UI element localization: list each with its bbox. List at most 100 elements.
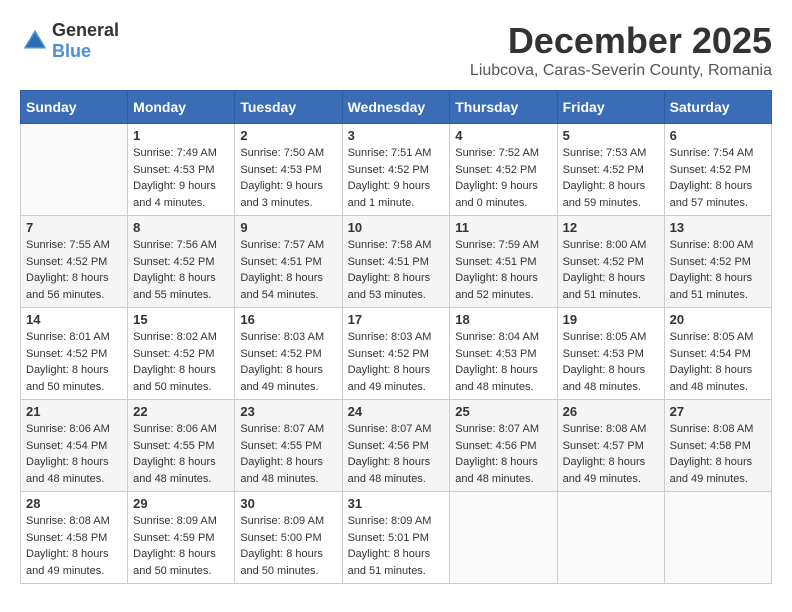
calendar-day-cell: 30 Sunrise: 8:09 AM Sunset: 5:00 PM Dayli… (235, 492, 342, 584)
day-info: Sunrise: 7:52 AM Sunset: 4:52 PM Dayligh… (455, 145, 551, 211)
day-number: 24 (348, 404, 445, 419)
day-number: 23 (240, 404, 336, 419)
day-number: 28 (26, 496, 122, 511)
day-number: 15 (133, 312, 229, 327)
weekday-header-saturday: Saturday (664, 91, 771, 124)
day-number: 7 (26, 220, 122, 235)
day-info: Sunrise: 8:07 AM Sunset: 4:56 PM Dayligh… (348, 421, 445, 487)
day-number: 9 (240, 220, 336, 235)
day-info: Sunrise: 8:09 AM Sunset: 5:00 PM Dayligh… (240, 513, 336, 579)
day-info: Sunrise: 8:06 AM Sunset: 4:55 PM Dayligh… (133, 421, 229, 487)
day-number: 31 (348, 496, 445, 511)
day-number: 21 (26, 404, 122, 419)
day-info: Sunrise: 7:58 AM Sunset: 4:51 PM Dayligh… (348, 237, 445, 303)
calendar-day-cell: 19Sunrise: 8:05 AM Sunset: 4:53 PM Dayli… (557, 308, 664, 400)
day-info: Sunrise: 8:05 AM Sunset: 4:53 PM Dayligh… (563, 329, 659, 395)
calendar-day-cell: 9 Sunrise: 7:57 AM Sunset: 4:51 PM Daylig… (235, 216, 342, 308)
day-number: 27 (670, 404, 766, 419)
calendar-day-cell: 7 Sunrise: 7:55 AM Sunset: 4:52 PM Daylig… (21, 216, 128, 308)
day-info: Sunrise: 7:55 AM Sunset: 4:52 PM Dayligh… (26, 237, 122, 303)
calendar-day-cell: 20 Sunrise: 8:05 AM Sunset: 4:54 PM Dayli… (664, 308, 771, 400)
weekday-header-wednesday: Wednesday (342, 91, 450, 124)
day-number: 4 (455, 128, 551, 143)
calendar-week-row: 21 Sunrise: 8:06 AM Sunset: 4:54 PM Dayli… (21, 400, 772, 492)
logo-text-blue: Blue (52, 41, 91, 61)
calendar-day-cell: 28 Sunrise: 8:08 AM Sunset: 4:58 PM Dayli… (21, 492, 128, 584)
day-number: 20 (670, 312, 766, 327)
calendar-day-cell: 22 Sunrise: 8:06 AM Sunset: 4:55 PM Dayli… (128, 400, 235, 492)
day-number: 25 (455, 404, 551, 419)
day-info: Sunrise: 8:05 AM Sunset: 4:54 PM Dayligh… (670, 329, 766, 395)
day-info: Sunrise: 8:09 AM Sunset: 4:59 PM Dayligh… (133, 513, 229, 579)
calendar-day-cell: 17Sunrise: 8:03 AM Sunset: 4:52 PM Dayli… (342, 308, 450, 400)
calendar-day-cell: 29 Sunrise: 8:09 AM Sunset: 4:59 PM Dayli… (128, 492, 235, 584)
calendar-day-cell: 26Sunrise: 8:08 AM Sunset: 4:57 PM Dayli… (557, 400, 664, 492)
calendar-week-row: 28 Sunrise: 8:08 AM Sunset: 4:58 PM Dayli… (21, 492, 772, 584)
calendar-header-row: SundayMondayTuesdayWednesdayThursdayFrid… (21, 91, 772, 124)
day-number: 26 (563, 404, 659, 419)
day-number: 29 (133, 496, 229, 511)
day-number: 10 (348, 220, 445, 235)
day-info: Sunrise: 8:03 AM Sunset: 4:52 PM Dayligh… (240, 329, 336, 395)
calendar-day-cell: 13 Sunrise: 8:00 AM Sunset: 4:52 PM Dayli… (664, 216, 771, 308)
calendar-day-cell: 6Sunrise: 7:54 AM Sunset: 4:52 PM Daylig… (664, 124, 771, 216)
day-info: Sunrise: 8:00 AM Sunset: 4:52 PM Dayligh… (563, 237, 659, 303)
calendar-day-cell: 3Sunrise: 7:51 AM Sunset: 4:52 PM Daylig… (342, 124, 450, 216)
calendar-week-row: 1Sunrise: 7:49 AM Sunset: 4:53 PM Daylig… (21, 124, 772, 216)
day-number: 22 (133, 404, 229, 419)
weekday-header-sunday: Sunday (21, 91, 128, 124)
day-info: Sunrise: 7:59 AM Sunset: 4:51 PM Dayligh… (455, 237, 551, 303)
calendar-day-cell: 18 Sunrise: 8:04 AM Sunset: 4:53 PM Dayli… (450, 308, 557, 400)
day-number: 8 (133, 220, 229, 235)
day-info: Sunrise: 8:02 AM Sunset: 4:52 PM Dayligh… (133, 329, 229, 395)
day-number: 13 (670, 220, 766, 235)
day-number: 5 (563, 128, 659, 143)
calendar-day-cell: 1Sunrise: 7:49 AM Sunset: 4:53 PM Daylig… (128, 124, 235, 216)
calendar-day-cell (557, 492, 664, 584)
day-info: Sunrise: 8:06 AM Sunset: 4:54 PM Dayligh… (26, 421, 122, 487)
calendar-day-cell (664, 492, 771, 584)
day-number: 18 (455, 312, 551, 327)
day-info: Sunrise: 7:50 AM Sunset: 4:53 PM Dayligh… (240, 145, 336, 211)
day-info: Sunrise: 7:54 AM Sunset: 4:52 PM Dayligh… (670, 145, 766, 211)
calendar-day-cell: 5 Sunrise: 7:53 AM Sunset: 4:52 PM Daylig… (557, 124, 664, 216)
day-number: 1 (133, 128, 229, 143)
calendar-day-cell: 27 Sunrise: 8:08 AM Sunset: 4:58 PM Dayli… (664, 400, 771, 492)
day-info: Sunrise: 7:53 AM Sunset: 4:52 PM Dayligh… (563, 145, 659, 211)
day-info: Sunrise: 8:04 AM Sunset: 4:53 PM Dayligh… (455, 329, 551, 395)
calendar-day-cell: 8 Sunrise: 7:56 AM Sunset: 4:52 PM Daylig… (128, 216, 235, 308)
day-info: Sunrise: 8:00 AM Sunset: 4:52 PM Dayligh… (670, 237, 766, 303)
page-header: General Blue December 2025 Liubcova, Car… (20, 20, 772, 80)
logo-icon (20, 26, 50, 56)
calendar-day-cell: 12Sunrise: 8:00 AM Sunset: 4:52 PM Dayli… (557, 216, 664, 308)
calendar-day-cell: 16 Sunrise: 8:03 AM Sunset: 4:52 PM Dayli… (235, 308, 342, 400)
weekday-header-monday: Monday (128, 91, 235, 124)
day-number: 30 (240, 496, 336, 511)
day-info: Sunrise: 8:08 AM Sunset: 4:58 PM Dayligh… (670, 421, 766, 487)
day-info: Sunrise: 8:08 AM Sunset: 4:58 PM Dayligh… (26, 513, 122, 579)
calendar-day-cell: 23Sunrise: 8:07 AM Sunset: 4:55 PM Dayli… (235, 400, 342, 492)
calendar-day-cell (450, 492, 557, 584)
month-title: December 2025 (470, 20, 772, 62)
day-info: Sunrise: 7:57 AM Sunset: 4:51 PM Dayligh… (240, 237, 336, 303)
weekday-header-friday: Friday (557, 91, 664, 124)
calendar-day-cell: 2Sunrise: 7:50 AM Sunset: 4:53 PM Daylig… (235, 124, 342, 216)
calendar-day-cell: 11Sunrise: 7:59 AM Sunset: 4:51 PM Dayli… (450, 216, 557, 308)
calendar-day-cell: 10 Sunrise: 7:58 AM Sunset: 4:51 PM Dayli… (342, 216, 450, 308)
location-title: Liubcova, Caras-Severin County, Romania (470, 62, 772, 80)
day-info: Sunrise: 8:09 AM Sunset: 5:01 PM Dayligh… (348, 513, 445, 579)
day-number: 16 (240, 312, 336, 327)
day-number: 17 (348, 312, 445, 327)
logo: General Blue (20, 20, 119, 62)
logo-text-general: General (52, 20, 119, 40)
calendar-day-cell: 14Sunrise: 8:01 AM Sunset: 4:52 PM Dayli… (21, 308, 128, 400)
calendar-day-cell: 25Sunrise: 8:07 AM Sunset: 4:56 PM Dayli… (450, 400, 557, 492)
calendar-week-row: 7 Sunrise: 7:55 AM Sunset: 4:52 PM Daylig… (21, 216, 772, 308)
calendar-day-cell: 24 Sunrise: 8:07 AM Sunset: 4:56 PM Dayli… (342, 400, 450, 492)
day-info: Sunrise: 7:56 AM Sunset: 4:52 PM Dayligh… (133, 237, 229, 303)
calendar-day-cell: 21 Sunrise: 8:06 AM Sunset: 4:54 PM Dayli… (21, 400, 128, 492)
day-info: Sunrise: 8:01 AM Sunset: 4:52 PM Dayligh… (26, 329, 122, 395)
calendar-day-cell (21, 124, 128, 216)
calendar-table: SundayMondayTuesdayWednesdayThursdayFrid… (20, 90, 772, 584)
calendar-week-row: 14Sunrise: 8:01 AM Sunset: 4:52 PM Dayli… (21, 308, 772, 400)
